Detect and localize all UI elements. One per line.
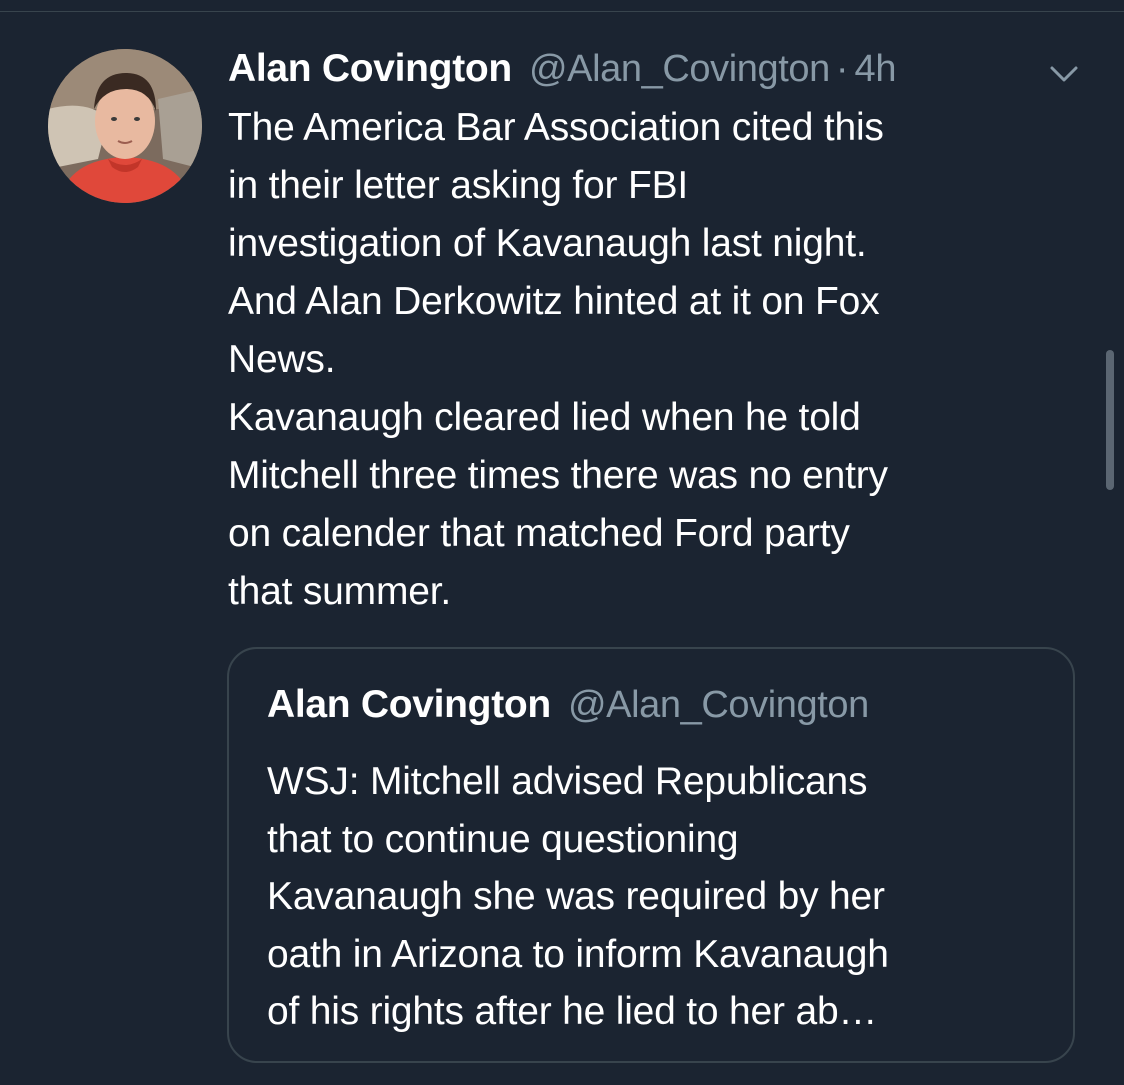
tweet-text-line: Kavanaugh cleared lied when he told [228,396,861,439]
quoted-text-line: of his rights after he lied to her ab… [267,990,878,1033]
quoted-tweet-text: WSJ: Mitchell advised Republicans that t… [267,753,1067,1041]
tweet-header: Alan Covington @Alan_Covington · 4h [228,44,896,94]
chevron-down-icon[interactable] [1044,58,1084,88]
tweet-text-line: And Alan Derkowitz hinted at it on Fox [228,280,880,323]
tweet-text: The America Bar Association cited this i… [228,99,1088,621]
avatar[interactable] [48,49,202,203]
quoted-tweet-card[interactable]: Alan Covington @Alan_Covington WSJ: Mitc… [227,647,1075,1063]
author-name[interactable]: Alan Covington [228,47,512,91]
quoted-tweet-header: Alan Covington @Alan_Covington [267,681,869,729]
quoted-text-line: that to continue questioning [267,817,739,861]
tweet-text-line: on calender that matched Ford party [228,512,850,555]
quoted-text-line: oath in Arizona to inform Kavanaugh [267,932,889,976]
separator-dot: · [835,47,849,90]
quoted-text-line: WSJ: Mitchell advised Republicans [267,760,868,803]
tweet-text-line: that summer. [228,570,452,613]
tweet-text-line: Mitchell three times there was no entry [228,454,888,497]
tweet-text-line: in their letter asking for FBI [228,164,689,207]
quoted-author-handle: @Alan_Covington [567,683,869,726]
author-handle[interactable]: @Alan_Covington [529,48,830,91]
top-divider [0,11,1124,12]
tweet-text-line: News. [228,338,336,381]
quoted-text-line: Kavanaugh she was required by her [267,875,885,918]
tweet-text-line: The America Bar Association cited this [228,106,884,149]
timestamp[interactable]: 4h [855,48,897,91]
quoted-author-name: Alan Covington [267,683,551,726]
tweet-text-line: investigation of Kavanaugh last night. [228,222,867,265]
scrollbar[interactable] [1106,350,1114,490]
